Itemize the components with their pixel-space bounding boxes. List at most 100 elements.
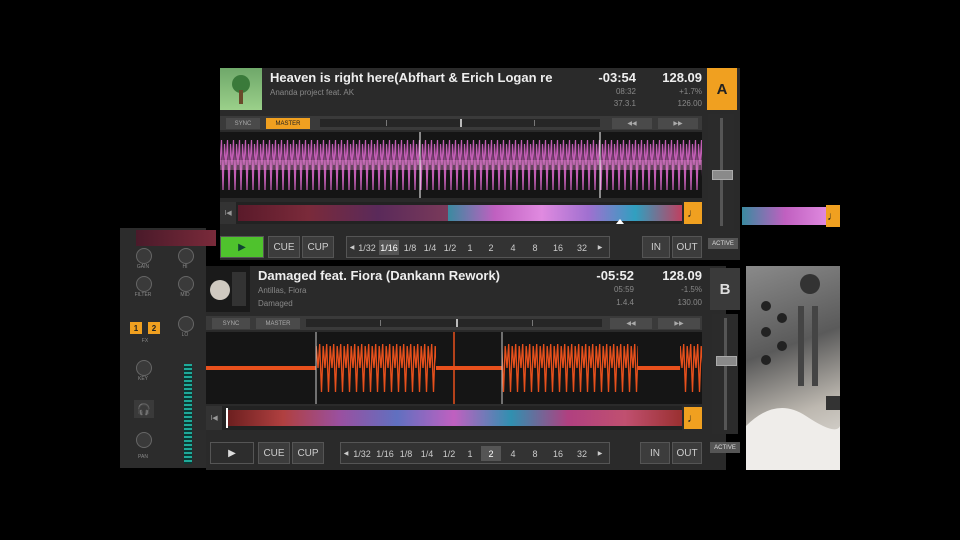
- headphone-cue-button[interactable]: 🎧: [134, 400, 154, 418]
- deck-b-play-button[interactable]: ▶: [210, 442, 254, 464]
- deck-a-bpm: 128.09: [662, 70, 702, 85]
- gain-label: GAIN: [136, 264, 150, 270]
- deck-a-extension-note[interactable]: ♩: [826, 205, 840, 227]
- deck-a-active-button[interactable]: ACTIVE: [708, 238, 738, 249]
- deck-a-loop-1-32[interactable]: 1/32: [357, 240, 377, 255]
- deck-a-play-button[interactable]: ▶: [220, 236, 264, 258]
- deck-b-sync-button[interactable]: SYNC: [212, 318, 250, 329]
- deck-b-bpm: 128.09: [662, 268, 702, 283]
- deck-a-cue-button[interactable]: CUE: [268, 236, 300, 258]
- deck-b-keylock-button[interactable]: ♩: [684, 407, 702, 429]
- deck-b-back-button[interactable]: ◀◀: [610, 318, 652, 329]
- filter-knob[interactable]: [136, 276, 152, 292]
- deck-b-artist: Antillas, Fiora: [258, 286, 307, 295]
- deck-b-phase-meter: [306, 319, 602, 327]
- deck-a-length: 08:32: [615, 87, 636, 96]
- note-icon: ♩: [827, 209, 839, 223]
- deck-b-loop-1-32[interactable]: 1/32: [351, 446, 373, 461]
- deck-b-forward-button[interactable]: ▶▶: [658, 318, 700, 329]
- deck-a-phase-meter: [320, 119, 600, 127]
- deck-b-active-button[interactable]: ACTIVE: [710, 442, 740, 453]
- key-knob[interactable]: [136, 360, 152, 376]
- headphones-icon: 🎧: [137, 403, 151, 416]
- deck-b-loop-16[interactable]: 16: [547, 446, 569, 461]
- back-icon: ◀◀: [626, 321, 636, 327]
- deck-b-beat-position: 1.4.4: [616, 298, 634, 307]
- gain-knob-a[interactable]: [136, 248, 152, 264]
- note-icon: ♩: [687, 206, 699, 220]
- deck-a-loop-1[interactable]: 1: [461, 240, 479, 255]
- deck-b-overview[interactable]: I◀: [206, 406, 682, 430]
- deck-a-loop-bar: ◀ 1/32 1/16 1/8 1/4 1/2 1 2 4 8 16 32 ▶: [346, 236, 610, 258]
- deck-a-waveform[interactable]: [220, 132, 702, 198]
- deck-a-loop-1-16[interactable]: 1/16: [379, 240, 399, 255]
- deck-a-loop-1-4[interactable]: 1/4: [421, 240, 439, 255]
- deck-b-loop-in-button[interactable]: IN: [640, 442, 670, 464]
- deck-b-loop-8[interactable]: 8: [525, 446, 545, 461]
- lo-label: LO: [181, 332, 189, 338]
- deck-a-overview[interactable]: I◀: [220, 202, 682, 224]
- deck-b-album: Damaged: [258, 299, 293, 308]
- play-icon: ▶: [228, 447, 236, 459]
- deck-a-keylock-button[interactable]: ♩: [684, 202, 702, 224]
- pan-knob[interactable]: [136, 432, 152, 448]
- deck-a-loop-2[interactable]: 2: [481, 240, 501, 255]
- deck-a-cue-jump[interactable]: I◀: [220, 202, 236, 224]
- deck-b-loop-1[interactable]: 1: [461, 446, 479, 461]
- lo-knob[interactable]: [178, 316, 194, 332]
- deck-b-loop-1-16[interactable]: 1/16: [375, 446, 395, 461]
- fx-label: FX: [141, 338, 149, 344]
- deck-a-loop-8[interactable]: 8: [525, 240, 545, 255]
- deck-a-back-button[interactable]: ◀◀: [612, 118, 652, 129]
- deck-b-letter[interactable]: B: [710, 268, 740, 310]
- deck-a-overview-extension: [742, 207, 828, 225]
- channel-meter: [184, 364, 192, 464]
- gain-knob-b[interactable]: [178, 248, 194, 264]
- fx-1-button[interactable]: 1: [130, 322, 142, 334]
- deck-b-cup-button[interactable]: CUP: [292, 442, 324, 464]
- deck-a-tempo-fader[interactable]: [708, 114, 734, 230]
- deck-a-cup-button[interactable]: CUP: [302, 236, 334, 258]
- deck-a-loop-in-button[interactable]: IN: [642, 236, 670, 258]
- deck-b-loop-1-4[interactable]: 1/4: [417, 446, 437, 461]
- deck-a-loop-4[interactable]: 4: [503, 240, 523, 255]
- deck-b-loop-4[interactable]: 4: [503, 446, 523, 461]
- filter-label: FILTER: [134, 292, 152, 298]
- deck-b-loop-32[interactable]: 32: [571, 446, 593, 461]
- fx-2-button[interactable]: 2: [148, 322, 160, 334]
- play-icon: ▶: [238, 241, 246, 253]
- deck-b-remaining-time: -05:52: [596, 268, 634, 283]
- mixer-panel: GAIN HI FILTER MID 1 2 FX LO KEY 🎧 PAN: [120, 228, 216, 468]
- deck-b-loop-out-button[interactable]: OUT: [672, 442, 702, 464]
- deck-a-letter[interactable]: A: [707, 68, 737, 110]
- back-icon: ◀◀: [627, 121, 637, 127]
- forward-icon: ▶▶: [674, 321, 684, 327]
- deck-b-base-bpm: 130.00: [677, 298, 702, 307]
- deck-a-loop-1-8[interactable]: 1/8: [401, 240, 419, 255]
- deck-b: Damaged feat. Fiora (Dankann Rework) Ant…: [206, 266, 726, 470]
- hi-label: HI: [182, 264, 188, 270]
- deck-a-loop-out-button[interactable]: OUT: [672, 236, 702, 258]
- deck-b-master-button[interactable]: MASTER: [256, 318, 300, 329]
- key-label: KEY: [137, 376, 148, 382]
- deck-b-cue-jump[interactable]: I◀: [206, 406, 222, 430]
- deck-b-loop-bar: ◀ 1/32 1/16 1/8 1/4 1/2 1 2 4 8 16 32 ▶: [340, 442, 610, 464]
- deck-b-pitch: -1.5%: [681, 285, 702, 294]
- deck-b-loop-2[interactable]: 2: [481, 446, 501, 461]
- deck-b-loop-1-8[interactable]: 1/8: [397, 446, 415, 461]
- deck-b-title: Damaged feat. Fiora (Dankann Rework): [258, 268, 500, 283]
- deck-b-cue-button[interactable]: CUE: [258, 442, 290, 464]
- deck-a-loop-16[interactable]: 16: [547, 240, 569, 255]
- deck-a-title: Heaven is right here(Abfhart & Erich Log…: [270, 70, 553, 85]
- deck-a-master-button[interactable]: MASTER: [266, 118, 310, 129]
- deck-a-cover-art: [220, 68, 262, 110]
- deck-a-loop-32[interactable]: 32: [571, 240, 593, 255]
- deck-a-sync-button[interactable]: SYNC: [226, 118, 260, 129]
- deck-b-waveform[interactable]: [206, 332, 702, 404]
- deck-b-loop-1-2[interactable]: 1/2: [439, 446, 459, 461]
- deck-a-forward-button[interactable]: ▶▶: [658, 118, 698, 129]
- deck-a-loop-1-2[interactable]: 1/2: [441, 240, 459, 255]
- deck-b-tempo-fader[interactable]: [712, 314, 738, 434]
- mid-knob[interactable]: [178, 276, 194, 292]
- deck-b-length: 05:59: [613, 285, 634, 294]
